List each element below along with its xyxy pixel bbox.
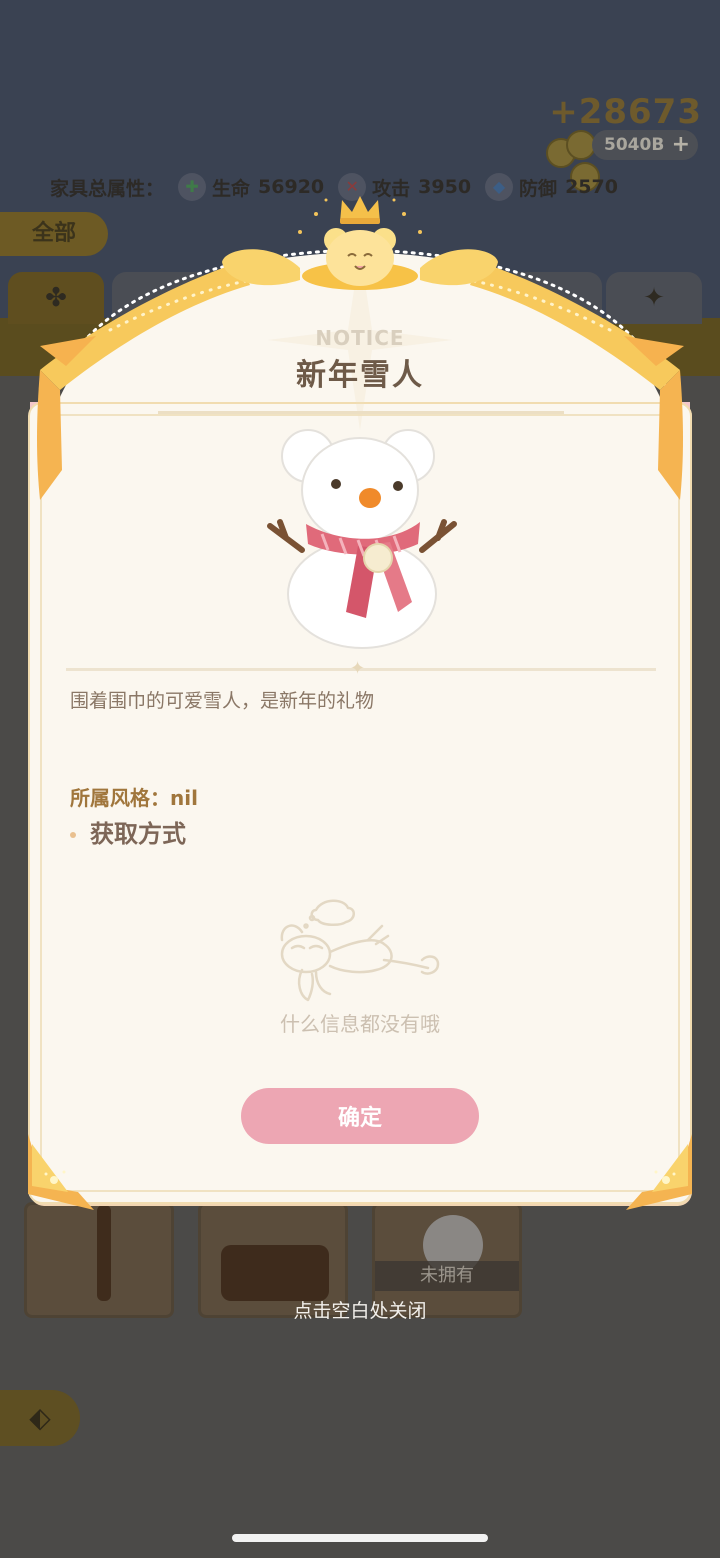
plus-icon[interactable]: + <box>672 130 690 160</box>
tab-all[interactable]: 全部 <box>0 212 108 256</box>
star-divider-icon: ✦ <box>350 658 366 679</box>
sword-icon: ✕ <box>338 173 367 201</box>
dialog-title: 新年雪人 <box>296 358 424 393</box>
notice-label: NOTICE <box>315 326 405 350</box>
confirm-button[interactable]: 确定 <box>241 1088 479 1144</box>
back-arrow-icon: ⬖ <box>29 1401 51 1434</box>
tab-category-4[interactable]: ✦ <box>606 272 702 324</box>
tab-category-2[interactable] <box>112 272 208 324</box>
acquire-section: 获取方式 <box>70 814 186 849</box>
currency-pill[interactable]: 5040B + <box>592 130 698 160</box>
item-description: 围着围巾的可爱雪人，是新年的礼物 <box>70 690 375 712</box>
hp-value: 56920 <box>258 176 325 198</box>
corner-ribbon-left <box>28 1134 94 1210</box>
currency-pill-amount: 5040B <box>604 135 665 155</box>
bullet-dot <box>70 832 76 838</box>
corner-ribbon-right <box>626 1134 692 1210</box>
back-button[interactable]: ⬖ <box>0 1390 80 1446</box>
attributes-label: 家具总属性： <box>50 177 165 200</box>
tab-category-3[interactable] <box>506 272 602 324</box>
clover-icon: ✤ <box>45 283 67 313</box>
style-value: nil <box>170 786 198 810</box>
item-style: 所属风格：nil <box>70 782 198 811</box>
furniture-attributes: 家具总属性： ✚ 生命 56920 ✕ 攻击 3950 ◆ 防御 2570 <box>50 172 618 202</box>
currency-big-amount: +28673 <box>549 92 702 132</box>
close-hint[interactable]: 点击空白处关闭 <box>0 1296 720 1323</box>
hp-label: 生命 <box>212 177 251 200</box>
heart-cross-icon: ✚ <box>178 173 207 201</box>
def-label: 防御 <box>519 177 558 200</box>
snowman-icon <box>267 429 457 649</box>
empty-state-text: 什么信息都没有哦 <box>280 1012 440 1036</box>
sleeping-mascot-icon <box>280 899 440 1002</box>
def-value: 2570 <box>565 176 618 198</box>
atk-label: 攻击 <box>372 177 411 200</box>
sparkle-icon: ✦ <box>643 283 665 313</box>
style-label: 所属风格： <box>70 786 170 810</box>
tab-category-all[interactable]: ✤ <box>8 272 104 324</box>
atk-value: 3950 <box>418 176 472 198</box>
shield-icon: ◆ <box>485 173 514 201</box>
home-indicator[interactable] <box>232 1534 488 1542</box>
not-owned-label: 未拥有 <box>375 1261 519 1291</box>
acquire-label: 获取方式 <box>90 820 186 848</box>
title-underline <box>158 411 564 414</box>
